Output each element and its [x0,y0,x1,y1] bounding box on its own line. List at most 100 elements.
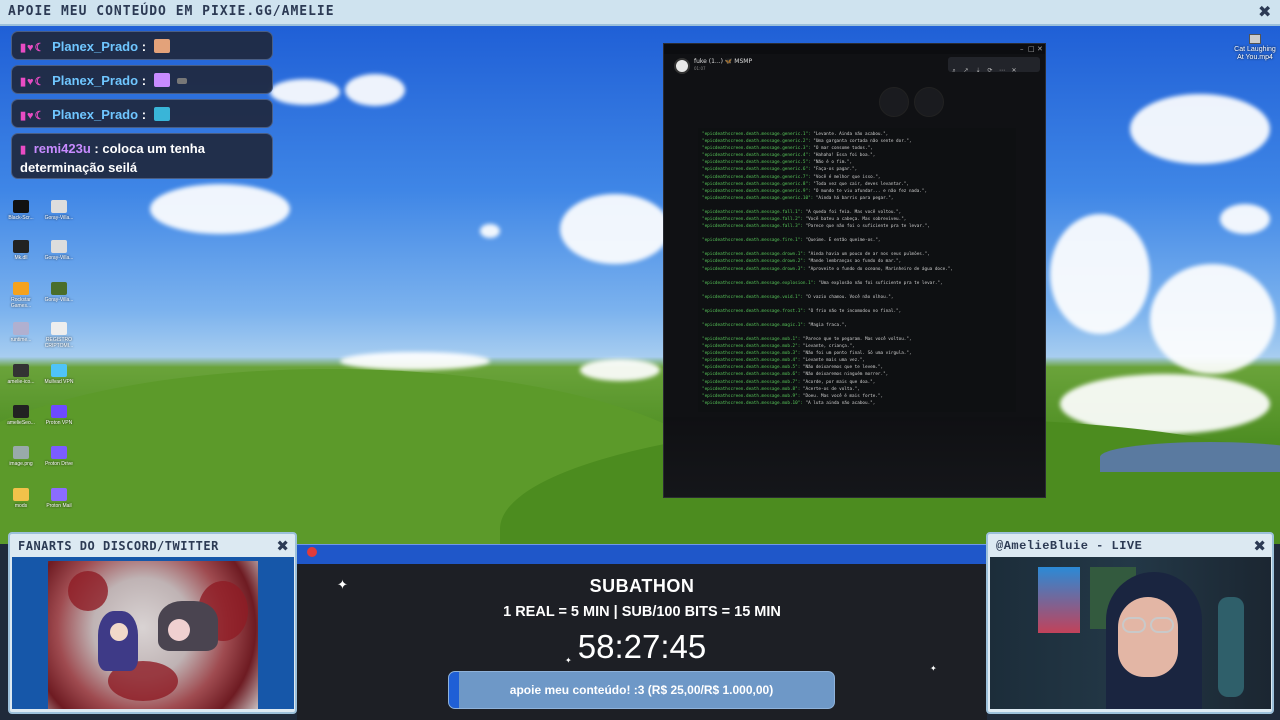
code-value: "Magia fraca.", [805,322,847,328]
overlay-strip [297,544,987,564]
desktop-icon[interactable]: Black-Scr... [4,200,38,221]
glasses-left [1122,617,1146,633]
desktop-icon[interactable]: Mullvad VPN [42,364,76,385]
window-titlebar[interactable]: – □ ✕ [664,44,1045,54]
code-key: "epicdeathscreen.death.message.explosion… [702,280,816,286]
desktop-icon[interactable]: image.png [4,446,38,467]
desktop-icon[interactable]: Proton Drive [42,446,76,467]
desktop-icon-label: amelieSeo... [7,420,35,426]
code-value: "Acerte-os de volta.", [800,386,860,392]
code-value: "Hahaha! Essa foi boa.", [810,153,876,159]
code-key: "epicdeathscreen.death.message.mob.4": [702,358,801,364]
file-icon [13,364,29,377]
panel-title: FANARTS DO DISCORD/TWITTER [18,539,219,553]
desktop-icon-label: Proton Mail [46,503,72,509]
desktop-icon[interactable]: Proton Mail [42,488,76,509]
code-line: "epicdeathscreen.death.message.mob.10": … [702,400,1012,407]
code-key: "epicdeathscreen.death.message.generic.8… [702,181,811,187]
code-key: "epicdeathscreen.death.message.mob.7": [702,379,801,385]
code-key: "epicdeathscreen.death.message.drown.2": [702,259,806,265]
maximize-icon[interactable]: □ [1028,45,1035,53]
download-icon[interactable]: ⇣ [972,63,984,78]
minimize-icon[interactable]: – [1020,45,1024,53]
code-value: "Não deixaremos ninguém morrer.", [800,372,889,378]
desktop-icon[interactable]: Goray-Villa... [42,240,76,261]
emote-icon [177,78,188,84]
banner-title: APOIE MEU CONTEÚDO EM PIXIE.GG/AMELIE [8,4,335,19]
desktop-icon[interactable]: REGISTRO CRIPTOMI... [42,322,76,349]
panel-title: @AmelieBluie - LIVE [996,539,1143,553]
desktop-icon-label: Black-Scr... [8,215,34,221]
figurine [1218,597,1244,697]
background-avatar [914,87,944,117]
desktop-icon[interactable]: mods [4,488,38,509]
code-line: "epicdeathscreen.death.message.explosion… [702,280,1012,287]
close-viewer-icon[interactable]: ✕ [1008,63,1020,78]
code-value: "Mande lembranças ao fundo do mar.", [805,259,902,265]
code-line: "epicdeathscreen.death.message.fire.1": … [702,237,1012,244]
chat-separator: : [141,73,147,88]
code-value: "Aproveite o fundo do oceano, Marinheiro… [805,266,953,272]
code-value: "Uma explosão não foi suficiente pra te … [815,280,943,286]
more-icon[interactable]: ⋯ [996,63,1008,78]
code-line: "epicdeathscreen.death.message.generic.7… [702,174,1012,181]
viewer-toolbar: ⌕ ↗ ⇣ ⟳ ⋯ ✕ [948,57,1040,74]
close-icon[interactable]: ✖ [276,537,289,555]
code-key: "epicdeathscreen.death.message.mob.10": [702,400,803,406]
open-external-icon[interactable]: ↗ [960,63,972,78]
file-icon [13,282,29,295]
code-value: "Não é o fim.", [810,160,853,166]
rotate-icon[interactable]: ⟳ [984,63,996,78]
desktop-icon[interactable]: amelieSeo... [4,405,38,426]
emote-icon [153,107,170,121]
desktop-icon-label: Proton VPN [45,420,73,426]
desktop-icon[interactable]: Rockstar Games... [4,282,38,309]
desktop-icon-label: Mk.dll [14,255,28,261]
emote-icon [153,73,170,87]
banner-close-icon[interactable]: ✖ [1258,4,1271,20]
desktop-icon[interactable]: amelie-ico... [4,364,38,385]
file-icon [13,240,29,253]
code-key: "epicdeathscreen.death.message.drown.1": [702,252,806,258]
desktop-icon-label: amelie-ico... [7,379,35,385]
window-close-icon[interactable]: ✕ [1037,45,1043,53]
webcam-panel: @AmelieBluie - LIVE ✖ [986,532,1274,714]
code-key: "epicdeathscreen.death.message.frost.1": [702,308,806,314]
code-value: "Doeu. Mas você é mais forte.", [800,393,884,399]
avatar[interactable] [674,58,690,74]
code-line: "epicdeathscreen.death.message.mob.2": "… [702,343,1012,350]
code-line: "epicdeathscreen.death.message.drown.3":… [702,266,1012,273]
code-key: "epicdeathscreen.death.message.mob.5": [702,365,801,371]
timestamp: 01:07 [694,66,706,71]
file-icon [51,488,67,501]
zoom-icon[interactable]: ⌕ [948,63,960,78]
code-key: "epicdeathscreen.death.message.generic.5… [702,160,811,166]
file-icon [51,282,67,295]
desktop-icon[interactable]: Proton VPN [42,405,76,426]
code-value: "Parece que não foi o suficiente pra te … [802,224,930,230]
code-value: "Parece que te pegaram. Mas você voltou.… [800,336,912,342]
code-key: "epicdeathscreen.death.message.fall.1": [702,209,803,215]
desktop-icon[interactable]: Mk.dll [4,240,38,261]
viewer-backdrop [664,417,1045,497]
chat-separator: : [141,107,147,122]
desktop-icon[interactable]: runtime... [4,322,38,343]
close-icon[interactable]: ✖ [1253,537,1266,555]
code-line: "epicdeathscreen.death.message.generic.2… [702,138,1012,145]
desktop-icon[interactable]: Goray-Villa... [42,282,76,303]
file-icon [13,488,29,501]
chat-message: ▮♥☾ Planex_Prado : [11,31,273,60]
chat-separator: : [94,141,99,156]
person-face [1118,597,1178,677]
desktop-icon-cat-video[interactable]: Cat Laughing At You.mp4 [1232,34,1278,62]
record-icon [307,547,317,557]
desktop-icon-label: Goray-Villa... [44,255,74,261]
desktop-icon[interactable]: Goray-Villa... [42,200,76,221]
discord-image-viewer[interactable]: – □ ✕ fuke (1...) 🦋 MSMP 01:07 ⌕ ↗ ⇣ ⟳ ⋯ ✕ "e… [663,43,1046,498]
code-key: "epicdeathscreen.death.message.fire.1": [702,238,803,244]
desktop-icon-label: Cat Laughing At You.mp4 [1234,46,1276,61]
code-line: "epicdeathscreen.death.message.generic.4… [702,152,1012,159]
chat-message: ▮♥☾ Planex_Prado : [11,65,273,94]
author-name[interactable]: fuke (1...) 🦋 MSMP [694,58,752,65]
code-gap [702,244,1012,251]
